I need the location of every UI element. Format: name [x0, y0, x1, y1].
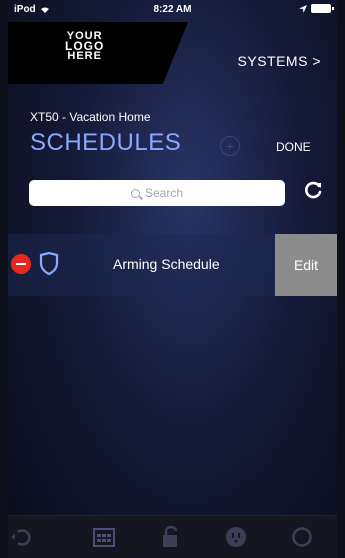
- search-input[interactable]: Search: [29, 180, 285, 206]
- schedule-label: Arming Schedule: [113, 256, 220, 272]
- app-header: YOUR LOGO HERE SYSTEMS >: [8, 22, 337, 84]
- battery-icon: [311, 4, 334, 13]
- location-icon: [299, 4, 307, 13]
- logo-area: YOUR LOGO HERE: [8, 22, 188, 84]
- done-button[interactable]: DONE: [276, 140, 311, 154]
- outlet-icon[interactable]: [224, 526, 248, 548]
- calendar-icon[interactable]: [92, 526, 116, 548]
- systems-button[interactable]: SYSTEMS >: [238, 53, 321, 69]
- circle-icon[interactable]: [290, 526, 314, 548]
- schedule-row[interactable]: Arming Schedule Edit: [8, 234, 337, 296]
- app-screen: iPod 8:22 AM YOUR LOGO HERE SYSTEMS > XT…: [8, 0, 337, 558]
- tab-bar: [8, 515, 337, 558]
- search-placeholder: Search: [144, 186, 184, 200]
- refresh-icon: [305, 181, 322, 199]
- lock-icon[interactable]: [158, 526, 182, 548]
- search-icon: [130, 188, 140, 198]
- delete-icon[interactable]: [11, 254, 31, 274]
- add-schedule-button[interactable]: +: [220, 136, 240, 156]
- back-icon[interactable]: [8, 526, 32, 548]
- refresh-button[interactable]: [304, 180, 326, 202]
- shield-icon: [39, 252, 59, 276]
- page-title: SCHEDULES: [30, 129, 182, 156]
- system-name: XT50 - Vacation Home: [30, 110, 151, 124]
- status-time: 8:22 AM: [153, 4, 192, 15]
- status-bar: iPod 8:22 AM: [8, 0, 337, 20]
- logo: YOUR LOGO HERE: [65, 30, 105, 62]
- edit-button[interactable]: Edit: [275, 234, 337, 296]
